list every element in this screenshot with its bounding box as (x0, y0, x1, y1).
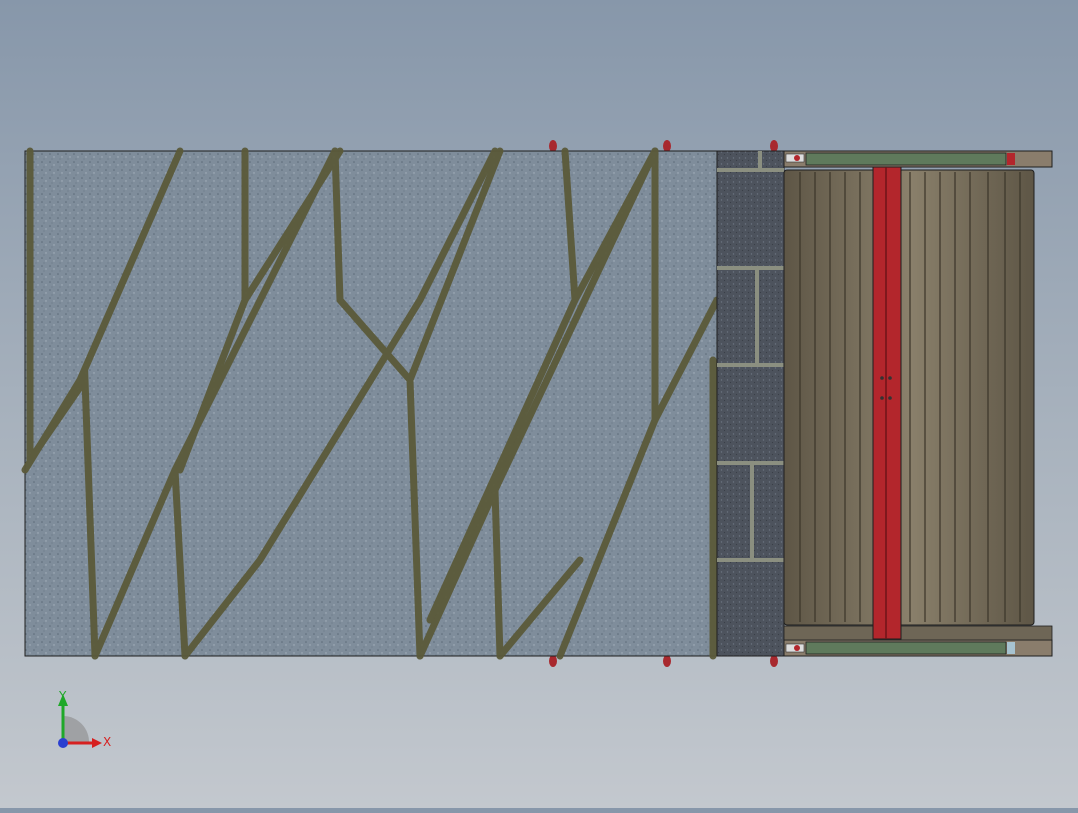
fastener-top-1 (549, 140, 557, 152)
cad-viewport[interactable]: Y X (0, 0, 1078, 808)
coordinate-triad: Y X (58, 689, 111, 749)
crossbar-bolt-3 (880, 396, 884, 400)
crossbar-bolt-4 (888, 396, 892, 400)
triad-x-label: X (103, 735, 111, 749)
fastener-top-3 (770, 140, 778, 152)
fastener-bottom-3 (770, 655, 778, 667)
z-axis-icon (58, 738, 68, 748)
triad-y-label: Y (58, 689, 67, 703)
drive-crossbar[interactable] (872, 166, 902, 640)
fastener-bottom-1 (549, 655, 557, 667)
roller-bank[interactable] (783, 169, 1035, 626)
crossbar-bolt-2 (888, 376, 892, 380)
frame-rail-top[interactable] (783, 150, 1053, 168)
fastener-bottom-2 (663, 655, 671, 667)
conveyor-belt-surface[interactable] (21, 147, 721, 660)
fastener-top-2 (663, 140, 671, 152)
frame-rail-bottom[interactable] (783, 625, 1053, 657)
crossbar-bolt-1 (880, 376, 884, 380)
tile-strip (716, 150, 785, 657)
